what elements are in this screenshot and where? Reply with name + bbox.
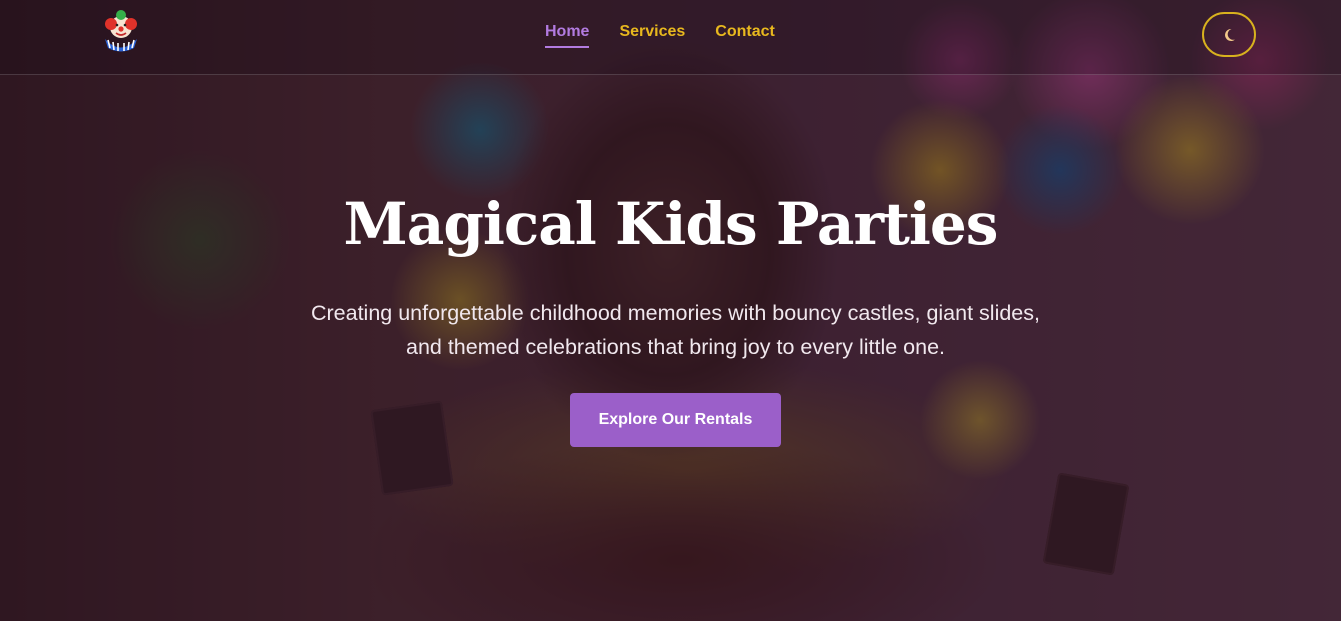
nav-contact-link[interactable]: Contact	[715, 23, 775, 48]
theme-toggle-button[interactable]	[1202, 12, 1256, 57]
nav-services-link[interactable]: Services	[619, 23, 685, 48]
nav-home-link[interactable]: Home	[545, 23, 590, 48]
hero-section: Home Services Contact Magical Kids Parti…	[0, 0, 1341, 621]
top-navbar: Home Services Contact	[0, 0, 1341, 75]
explore-rentals-button[interactable]: Explore Our Rentals	[570, 393, 781, 447]
hero-title: Magical Kids Parties	[343, 190, 999, 258]
main-nav: Home Services Contact	[545, 23, 775, 48]
moon-icon	[1225, 28, 1235, 41]
clown-logo-icon[interactable]	[100, 8, 142, 52]
hero-subtitle: Creating unforgettable childhood memorie…	[310, 301, 1040, 359]
